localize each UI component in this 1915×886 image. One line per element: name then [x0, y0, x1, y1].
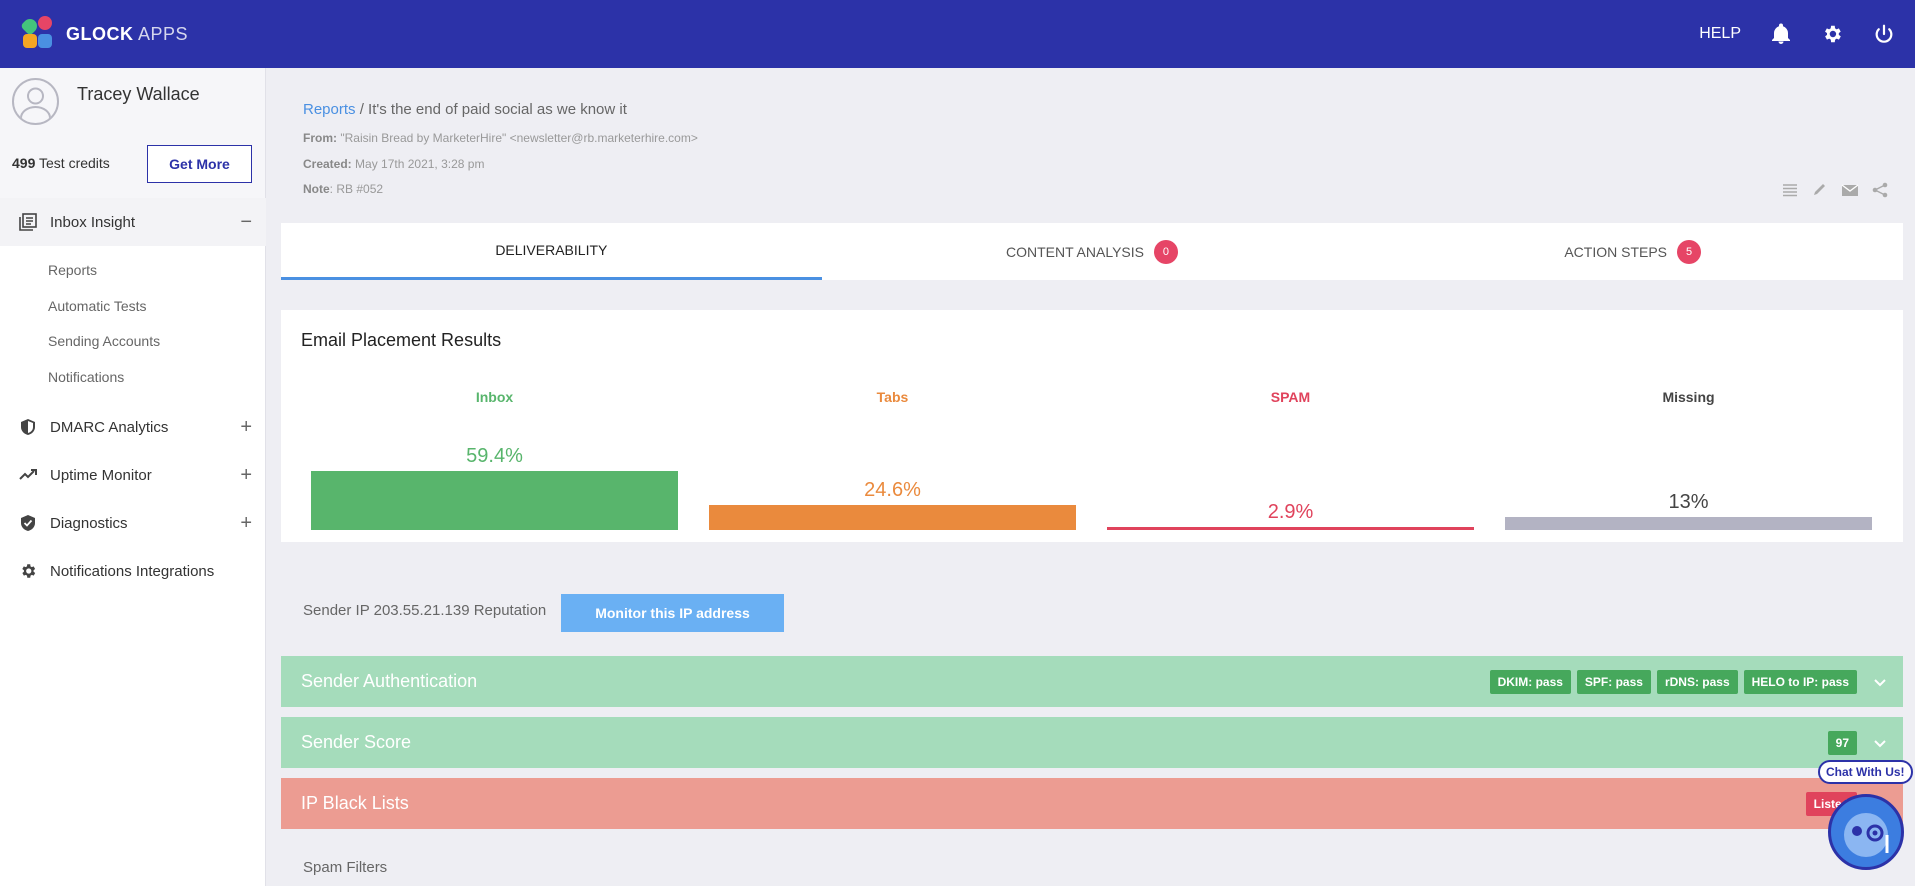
placement-percent: 24.6% [864, 479, 921, 501]
expand-icon[interactable]: + [240, 465, 252, 485]
placement-card: Email Placement Results Inbox 59.4% Tabs… [281, 310, 1903, 542]
brand-name: GLOCK APPS [66, 23, 189, 44]
main-content: Reports / It's the end of paid social as… [266, 68, 1915, 886]
credits-text: 499 Test credits [12, 155, 110, 171]
help-link[interactable]: HELP [1699, 25, 1741, 43]
check-shield-icon [18, 513, 38, 533]
placement-inbox: Inbox 59.4% [311, 310, 678, 542]
sidebar-subitem-automatic-tests[interactable]: Automatic Tests [48, 298, 147, 314]
user-panel: Tracey Wallace 499 Test credits Get More [0, 68, 265, 201]
ip-black-lists-section[interactable]: IP Black Lists Listed [281, 778, 1903, 829]
logo[interactable]: GLOCK APPS [20, 16, 188, 52]
shield-icon [18, 417, 38, 437]
section-title: Sender Score [301, 732, 412, 752]
sender-authentication-section[interactable]: Sender Authentication DKIM: pass SPF: pa… [281, 656, 1903, 707]
chat-avatar-icon[interactable] [1828, 794, 1904, 870]
sidebar-item-label: DMARC Analytics [50, 418, 169, 436]
score-badge: 97 [1827, 730, 1857, 755]
bell-icon[interactable] [1771, 23, 1791, 45]
sidebar-item-label: Diagnostics [50, 514, 128, 532]
placement-bar [311, 471, 678, 530]
collapse-icon[interactable]: − [240, 212, 252, 232]
sidebar-item-label: Uptime Monitor [50, 466, 152, 484]
count-badge: 0 [1153, 239, 1178, 264]
mail-icon[interactable] [1841, 182, 1859, 203]
section-title: Sender Authentication [301, 671, 478, 691]
trend-icon [18, 465, 38, 485]
placement-label: Missing [1662, 389, 1715, 405]
sidebar: Tracey Wallace 499 Test credits Get More… [0, 68, 266, 886]
placement-label: Tabs [876, 389, 909, 405]
sidebar-item-dmarc-analytics[interactable]: DMARC Analytics + [0, 403, 266, 451]
placement-bar [1505, 517, 1872, 530]
sidebar-item-uptime-monitor[interactable]: Uptime Monitor + [0, 451, 266, 499]
placement-spam: SPAM 2.9% [1107, 310, 1474, 542]
placement-bar [709, 505, 1076, 530]
breadcrumb-reports-link[interactable]: Reports [303, 101, 356, 118]
auth-pills: DKIM: pass SPF: pass rDNS: pass HELO to … [1489, 669, 1857, 694]
note-line: Note: RB #052 [303, 182, 384, 196]
sender-ip-text: Sender IP 203.55.21.139 Reputation [303, 602, 547, 619]
placement-percent: 13% [1668, 491, 1709, 513]
sidebar-item-diagnostics[interactable]: Diagnostics + [0, 499, 266, 547]
status-badge: DKIM: pass [1489, 669, 1571, 694]
monitor-ip-button[interactable]: Monitor this IP address [561, 594, 784, 632]
placement-label: SPAM [1270, 389, 1311, 405]
report-toolbar [1781, 182, 1889, 203]
expand-icon[interactable]: + [240, 417, 252, 437]
avatar[interactable] [12, 78, 59, 125]
tab-action-steps[interactable]: ACTION STEPS 5 [1362, 223, 1903, 280]
edit-icon[interactable] [1811, 182, 1829, 203]
tab-content-analysis[interactable]: CONTENT ANALYSIS 0 [822, 223, 1363, 280]
gear-icon[interactable] [1821, 23, 1843, 45]
list-icon[interactable] [1781, 182, 1799, 203]
sidebar-subitem-notifications[interactable]: Notifications [48, 369, 124, 385]
status-badge: SPF: pass [1576, 669, 1651, 694]
share-icon[interactable] [1871, 182, 1889, 203]
sidebar-item-label: Notifications Integrations [50, 562, 215, 580]
sidebar-subitem-reports[interactable]: Reports [48, 262, 97, 278]
placement-missing: Missing 13% [1505, 310, 1872, 542]
status-badge: rDNS: pass [1656, 669, 1738, 694]
count-badge: 5 [1677, 239, 1702, 264]
created-line: Created: May 17th 2021, 3:28 pm [303, 157, 485, 171]
status-badge: HELO to IP: pass [1743, 669, 1857, 694]
chevron-down-icon[interactable] [1873, 735, 1887, 756]
sender-score-section[interactable]: Sender Score 97 [281, 717, 1903, 768]
sidebar-subitem-sending-accounts[interactable]: Sending Accounts [48, 333, 160, 349]
chat-widget[interactable]: Chat With Us! [1818, 754, 1913, 886]
report-title: It's the end of paid social as we know i… [368, 101, 627, 118]
chat-label[interactable]: Chat With Us! [1818, 760, 1913, 784]
inbox-icon [18, 212, 38, 232]
breadcrumb: Reports / It's the end of paid social as… [303, 101, 627, 118]
from-line: From: "Raisin Bread by MarketerHire" <ne… [303, 131, 698, 145]
sidebar-item-inbox-insight[interactable]: Inbox Insight − [0, 198, 266, 246]
power-icon[interactable] [1873, 23, 1895, 45]
logo-icon [20, 16, 56, 52]
placement-bar [1107, 527, 1474, 530]
tab-deliverability[interactable]: DELIVERABILITY [281, 223, 822, 280]
placement-tabs: Tabs 24.6% [709, 310, 1076, 542]
spam-filters-heading: Spam Filters [303, 859, 388, 876]
sidebar-item-notifications-integrations[interactable]: Notifications Integrations [0, 547, 266, 595]
placement-label: Inbox [475, 389, 514, 405]
report-tabs: DELIVERABILITY CONTENT ANALYSIS 0 ACTION … [281, 223, 1903, 280]
get-more-button[interactable]: Get More [147, 145, 252, 183]
gear-icon [18, 561, 38, 581]
section-title: IP Black Lists [301, 793, 409, 813]
placement-percent: 59.4% [466, 445, 523, 467]
sidebar-item-label: Inbox Insight [50, 213, 136, 231]
user-name: Tracey Wallace [77, 84, 200, 104]
placement-percent: 2.9% [1267, 501, 1314, 523]
top-bar: GLOCK APPS HELP [0, 0, 1915, 68]
expand-icon[interactable]: + [240, 513, 252, 533]
chevron-down-icon[interactable] [1873, 674, 1887, 695]
